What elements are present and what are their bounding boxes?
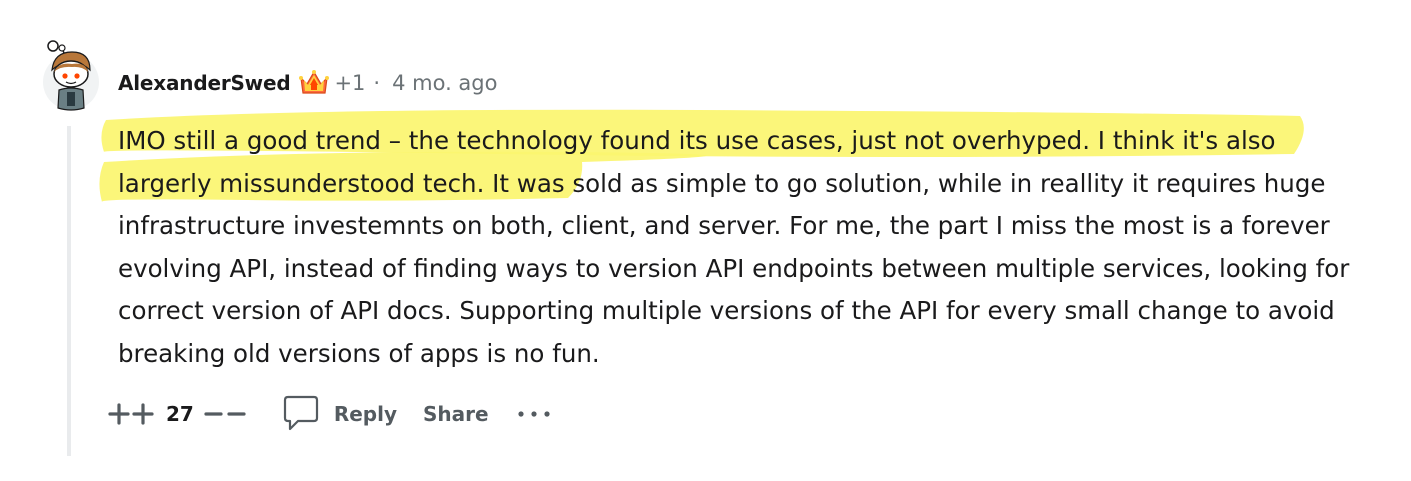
share-label: Share — [423, 402, 489, 426]
upvote-button[interactable] — [108, 402, 156, 426]
avatar[interactable] — [42, 40, 100, 112]
speech-bubble-icon — [283, 395, 318, 431]
thread-line[interactable] — [67, 126, 71, 456]
reply-label: Reply — [333, 402, 398, 426]
more-dots-icon — [518, 411, 550, 417]
downvote-icon — [204, 412, 246, 416]
meta-separator: · — [373, 71, 381, 95]
timestamp[interactable]: 4 mo. ago — [392, 71, 497, 95]
snoo-avatar-icon — [43, 40, 99, 111]
upvote-icon — [108, 403, 154, 425]
points-text: +1 — [334, 71, 366, 95]
comment-body: IMO still a good trend – the technology … — [118, 120, 1358, 375]
reply-button[interactable]: Reply — [282, 394, 397, 434]
comment-actions: 27 Reply Share — [108, 392, 551, 436]
comment: AlexanderSwed +1 · 4 mo. ago IMO still a… — [0, 0, 1411, 481]
downvote-button[interactable] — [204, 402, 246, 426]
comment-paragraph: IMO still a good trend – the technology … — [118, 120, 1358, 375]
share-button[interactable]: Share — [423, 402, 489, 426]
crown-flair-icon — [298, 68, 330, 98]
comment-header: AlexanderSwed +1 · 4 mo. ago — [118, 66, 497, 100]
vote-score: 27 — [166, 402, 194, 426]
more-options-button[interactable] — [517, 409, 551, 419]
comment-text: It was sold as simple to go solution, wh… — [118, 168, 1350, 368]
author-username[interactable]: AlexanderSwed — [118, 71, 291, 95]
